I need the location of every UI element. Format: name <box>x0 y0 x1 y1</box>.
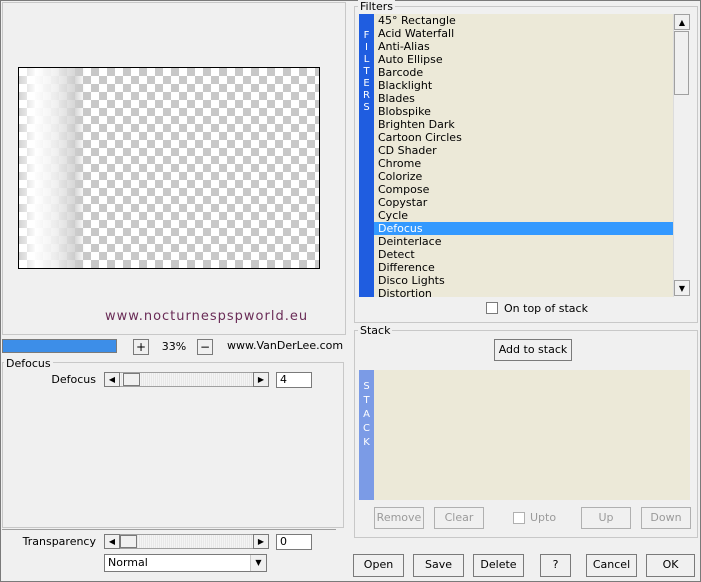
filter-list-item[interactable]: Distortion <box>374 287 673 297</box>
delete-button[interactable]: Delete <box>473 554 524 577</box>
stack-side-label: STACK <box>359 370 374 500</box>
divider <box>2 529 336 530</box>
filter-list-item[interactable]: Difference <box>374 261 673 274</box>
filter-list-item[interactable]: Blacklight <box>374 79 673 92</box>
transparency-increase-button[interactable]: ▶ <box>253 534 269 549</box>
filters-scrollbar[interactable]: ▲ ▼ <box>673 14 690 297</box>
scroll-down-button[interactable]: ▼ <box>674 280 690 296</box>
filter-list-item[interactable]: Blades <box>374 92 673 105</box>
stack-list[interactable] <box>374 370 690 500</box>
zoom-out-button[interactable]: − <box>197 339 213 355</box>
filters-group-title: Filters <box>358 0 395 13</box>
params-group-title: Defocus <box>4 357 53 370</box>
on-top-checkbox[interactable] <box>486 302 498 314</box>
transparency-decrease-button[interactable]: ◀ <box>104 534 120 549</box>
filter-list-item[interactable]: Colorize <box>374 170 673 183</box>
save-button[interactable]: Save <box>413 554 464 577</box>
stack-side-letter: S <box>363 381 370 392</box>
remove-button[interactable]: Remove <box>374 507 424 529</box>
open-button[interactable]: Open <box>353 554 404 577</box>
transparency-slider[interactable] <box>120 534 253 549</box>
defocus-label: Defocus <box>51 373 96 386</box>
filter-list-item[interactable]: CD Shader <box>374 144 673 157</box>
arrow-right-icon: ▶ <box>257 375 265 384</box>
transparency-value-input[interactable]: 0 <box>276 534 312 550</box>
filters-side-letter: I <box>365 42 368 53</box>
defocus-value-input[interactable]: 4 <box>276 372 312 388</box>
zoom-in-button[interactable]: + <box>133 339 149 355</box>
arrow-left-icon: ◀ <box>108 537 116 546</box>
filters-side-letter: T <box>363 66 370 77</box>
arrow-left-icon: ◀ <box>108 375 116 384</box>
minus-icon: − <box>199 340 211 354</box>
filters-side-letter: F <box>363 30 370 41</box>
on-top-label: On top of stack <box>504 302 588 315</box>
filter-list-item[interactable]: 45° Rectangle <box>374 14 673 27</box>
filters-side-letter: S <box>363 102 370 113</box>
defocus-decrease-button[interactable]: ◀ <box>104 372 120 387</box>
arrow-right-icon: ▶ <box>257 537 265 546</box>
transparency-label: Transparency <box>22 535 96 548</box>
filter-list-item[interactable]: Chrome <box>374 157 673 170</box>
filter-list-item[interactable]: Detect <box>374 248 673 261</box>
ok-button[interactable]: OK <box>646 554 695 577</box>
clear-button[interactable]: Clear <box>434 507 484 529</box>
defocus-increase-button[interactable]: ▶ <box>253 372 269 387</box>
render-progress-bar <box>2 339 117 353</box>
preview-canvas[interactable] <box>18 67 320 269</box>
filter-list-item[interactable]: Barcode <box>374 66 673 79</box>
filter-list-item[interactable]: Compose <box>374 183 673 196</box>
cancel-button[interactable]: Cancel <box>586 554 637 577</box>
down-button[interactable]: Down <box>641 507 691 529</box>
filters-side-letter: R <box>363 90 370 101</box>
filter-list-item[interactable]: Disco Lights <box>374 274 673 287</box>
help-button[interactable]: ? <box>540 554 571 577</box>
transparency-slider-thumb[interactable] <box>120 535 137 548</box>
filter-list-item[interactable]: Blobspike <box>374 105 673 118</box>
up-button[interactable]: Up <box>581 507 631 529</box>
preview-image <box>19 68 85 268</box>
stack-side-letter: K <box>363 437 370 448</box>
filter-list-item[interactable]: Copystar <box>374 196 673 209</box>
stack-group-title: Stack <box>358 324 393 337</box>
filter-list-item[interactable]: Anti-Alias <box>374 40 673 53</box>
filter-list-item[interactable]: Cartoon Circles <box>374 131 673 144</box>
stack-side-letter: T <box>363 395 370 406</box>
filters-list[interactable]: 45° Rectangle Acid Waterfall Anti-Alias Aut… <box>374 14 673 297</box>
filters-side-label: FILTERS <box>359 14 374 297</box>
render-progress-fill <box>3 340 116 352</box>
stack-side-letter: A <box>363 409 370 420</box>
filters-side-letter: E <box>363 78 370 89</box>
defocus-slider-thumb[interactable] <box>123 373 140 386</box>
defocus-slider[interactable] <box>120 372 253 387</box>
scrollbar-thumb[interactable] <box>674 31 689 95</box>
add-to-stack-button[interactable]: Add to stack <box>494 339 572 361</box>
blend-mode-value: Normal <box>108 556 148 569</box>
filter-list-item[interactable]: Deinterlace <box>374 235 673 248</box>
plus-icon: + <box>135 340 147 354</box>
filter-list-item[interactable]: Cycle <box>374 209 673 222</box>
stack-side-letter: C <box>363 423 370 434</box>
upto-checkbox[interactable] <box>513 512 525 524</box>
upto-label: Upto <box>530 511 557 524</box>
filter-list-item[interactable]: Defocus <box>374 222 673 235</box>
vanderlee-link[interactable]: www.VanDerLee.com <box>227 339 343 352</box>
filter-list-item[interactable]: Auto Ellipse <box>374 53 673 66</box>
watermark-text: www.nocturnespspworld.eu <box>105 309 309 324</box>
scroll-up-button[interactable]: ▲ <box>674 14 690 30</box>
filters-side-letter: L <box>363 54 370 65</box>
zoom-level: 33% <box>161 340 187 353</box>
chevron-down-icon: ▼ <box>250 555 266 571</box>
blend-mode-select[interactable]: Normal ▼ <box>104 554 267 572</box>
filter-list-item[interactable]: Brighten Dark <box>374 118 673 131</box>
filter-list-item[interactable]: Acid Waterfall <box>374 27 673 40</box>
